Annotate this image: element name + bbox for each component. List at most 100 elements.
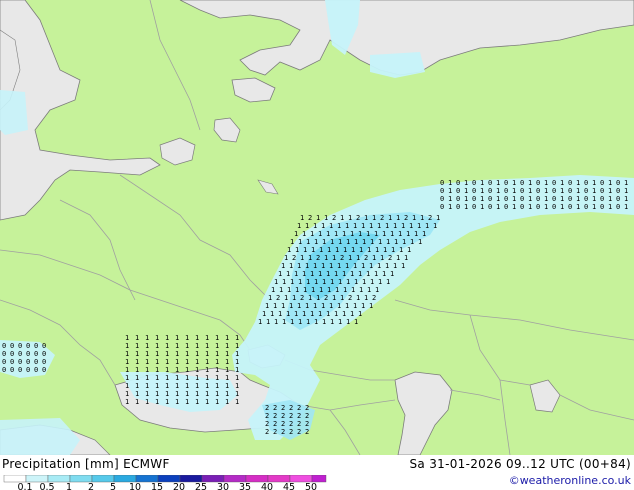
- precip-marker: 1: [294, 270, 298, 278]
- colorbar-tick-label: 30: [217, 482, 229, 490]
- precip-marker: 1: [290, 318, 294, 326]
- precip-marker: 1: [195, 398, 199, 406]
- precip-marker: 1: [329, 222, 333, 230]
- precip-marker: 1: [205, 366, 209, 374]
- precip-marker: 0: [42, 342, 46, 350]
- legend-footer: Precipitation [mm] ECMWF Sa 31-01-2026 0…: [0, 455, 634, 490]
- precip-marker: 1: [544, 179, 548, 187]
- precip-marker: 1: [145, 342, 149, 350]
- precip-marker: 0: [2, 350, 6, 358]
- precip-marker: 1: [185, 334, 189, 342]
- precip-marker: 1: [412, 214, 416, 222]
- precip-marker: 1: [195, 390, 199, 398]
- precip-marker: 1: [354, 278, 358, 286]
- precip-marker: 2: [332, 214, 336, 222]
- precip-marker: 1: [225, 342, 229, 350]
- precip-marker: 1: [165, 350, 169, 358]
- precip-marker: 1: [396, 214, 400, 222]
- precip-marker: 1: [125, 358, 129, 366]
- precip-marker: 1: [390, 230, 394, 238]
- colorbar-swatch: [245, 475, 269, 483]
- precip-marker: 0: [472, 179, 476, 187]
- precip-marker: 1: [311, 286, 315, 294]
- precip-marker: 0: [34, 366, 38, 374]
- precip-marker: 1: [294, 310, 298, 318]
- precip-marker: 1: [235, 334, 239, 342]
- credit-link[interactable]: ©weatheronline.co.uk: [509, 474, 631, 487]
- precip-marker: 1: [335, 246, 339, 254]
- precip-marker: 1: [358, 230, 362, 238]
- precip-marker: 1: [205, 358, 209, 366]
- precip-marker: 0: [600, 203, 604, 211]
- precip-marker: 1: [358, 270, 362, 278]
- precip-marker: 1: [406, 230, 410, 238]
- precip-marker: 1: [235, 390, 239, 398]
- precip-marker: 1: [205, 374, 209, 382]
- precip-marker: 1: [195, 382, 199, 390]
- precip-marker: 1: [284, 254, 288, 262]
- precip-marker: 1: [528, 179, 532, 187]
- colorbar-swatch: [3, 475, 27, 483]
- precip-marker: 1: [305, 262, 309, 270]
- precip-marker: 1: [145, 334, 149, 342]
- precip-marker: 1: [327, 246, 331, 254]
- precip-marker: 1: [321, 222, 325, 230]
- precip-marker: 1: [345, 262, 349, 270]
- precip-marker: 1: [195, 350, 199, 358]
- precip-marker: 0: [488, 195, 492, 203]
- precip-marker: 2: [316, 254, 320, 262]
- precip-marker: 0: [536, 203, 540, 211]
- precip-marker: 1: [375, 246, 379, 254]
- precip-marker: 1: [361, 222, 365, 230]
- precip-marker: 1: [155, 382, 159, 390]
- precip-marker: 2: [305, 412, 309, 420]
- precip-marker: 1: [361, 262, 365, 270]
- precip-marker: 0: [504, 179, 508, 187]
- precip-marker: 2: [348, 294, 352, 302]
- precip-marker: 2: [428, 214, 432, 222]
- precip-marker: 1: [388, 214, 392, 222]
- precip-marker: 0: [584, 179, 588, 187]
- precip-marker: 1: [330, 238, 334, 246]
- precip-marker: 0: [488, 203, 492, 211]
- colorbar-swatch: [47, 475, 71, 483]
- precip-marker: 1: [386, 238, 390, 246]
- precip-marker: 1: [330, 318, 334, 326]
- precip-marker: 1: [332, 294, 336, 302]
- precip-marker: 0: [10, 358, 14, 366]
- precip-marker: 1: [295, 286, 299, 294]
- precip-marker: 1: [377, 262, 381, 270]
- precip-marker: 1: [375, 286, 379, 294]
- colorbar-swatch: [311, 475, 327, 483]
- precip-marker: 1: [480, 203, 484, 211]
- precip-marker: 1: [329, 302, 333, 310]
- precip-marker: 1: [270, 310, 274, 318]
- precip-marker: 1: [326, 310, 330, 318]
- precip-marker: 1: [321, 262, 325, 270]
- colorbar-swatch: [289, 475, 313, 483]
- precip-marker: 1: [362, 238, 366, 246]
- precip-marker: 1: [235, 398, 239, 406]
- precip-marker: 1: [125, 366, 129, 374]
- precip-marker: 1: [592, 203, 596, 211]
- precip-marker: 1: [356, 294, 360, 302]
- precip-marker: 1: [175, 374, 179, 382]
- precip-marker: 1: [342, 230, 346, 238]
- precip-marker: 1: [367, 286, 371, 294]
- precip-marker: 1: [314, 278, 318, 286]
- precip-marker: 1: [386, 278, 390, 286]
- precip-marker: 0: [18, 342, 22, 350]
- precip-marker: 0: [18, 350, 22, 358]
- precip-marker: 1: [155, 390, 159, 398]
- precip-marker: 1: [185, 390, 189, 398]
- precip-marker: 1: [358, 310, 362, 318]
- precip-marker: 1: [350, 310, 354, 318]
- precip-marker: 2: [297, 412, 301, 420]
- precip-marker: 1: [318, 270, 322, 278]
- precip-marker: 1: [278, 270, 282, 278]
- precip-marker: 0: [488, 187, 492, 195]
- precip-marker: 1: [310, 230, 314, 238]
- colorbar-tick-label: 1: [66, 482, 72, 490]
- precip-marker: 0: [584, 203, 588, 211]
- precip-marker: 1: [311, 246, 315, 254]
